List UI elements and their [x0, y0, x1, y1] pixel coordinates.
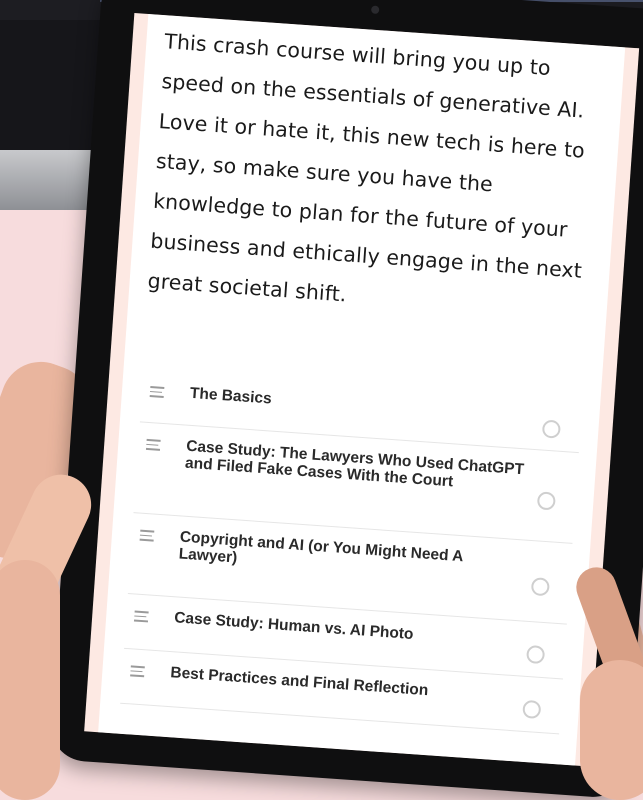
drag-handle-icon[interactable] [130, 665, 151, 680]
circle-outline-icon[interactable] [522, 699, 542, 720]
course-content[interactable]: This crash course will bring you up to s… [98, 13, 626, 766]
drag-handle-icon[interactable] [149, 386, 170, 401]
lesson-title: Best Practices and Final Reflection [169, 664, 429, 700]
lesson-title: The Basics [189, 384, 273, 408]
drag-handle-icon[interactable] [133, 610, 155, 625]
circle-outline-icon[interactable] [530, 577, 550, 597]
lesson-title: Case Study: Human vs. AI Photo [173, 609, 415, 643]
right-hand-palm [580, 660, 643, 800]
tablet-device: This crash course will bring you up to s… [48, 0, 643, 800]
lesson-title: Case Study: The Lawyers Who Used ChatGPT… [184, 437, 525, 491]
drag-handle-icon[interactable] [145, 438, 167, 454]
circle-outline-icon[interactable] [526, 644, 546, 665]
drag-handle-icon[interactable] [139, 529, 160, 545]
circle-outline-icon[interactable] [536, 491, 556, 511]
lesson-list: The Basics Case Study: The Lawyers Who U… [120, 369, 583, 735]
camera-icon [370, 5, 380, 15]
circle-outline-icon[interactable] [541, 419, 561, 439]
course-intro-text: This crash course will bring you up to s… [146, 29, 586, 307]
tablet-screen: This crash course will bring you up to s… [84, 13, 640, 767]
left-hand-palm [0, 560, 60, 800]
lesson-title: Copyright and AI (or You Might Need A La… [178, 528, 464, 567]
